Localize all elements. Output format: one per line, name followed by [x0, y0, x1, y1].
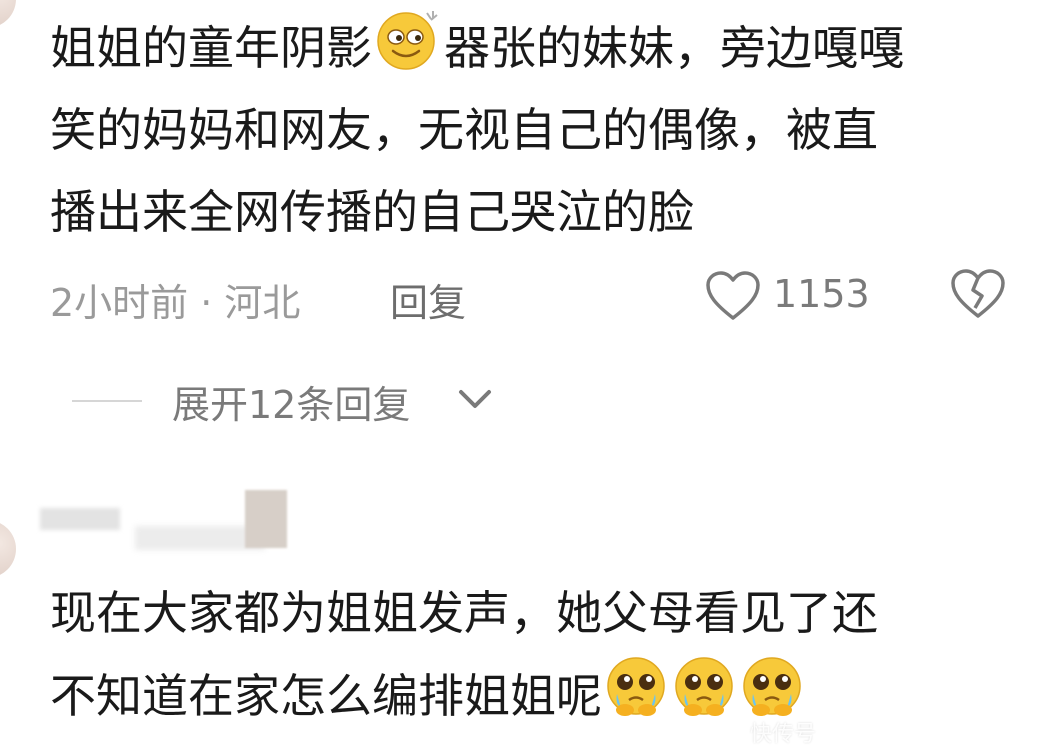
comment-1-line-3: 播出来全网传播的自己哭泣的脸 [50, 185, 694, 239]
comment-1-line-1: 姐姐的童年阴影 器张的妹妹，旁边嘎嘎 [50, 7, 1030, 89]
expand-replies-label[interactable]: 展开12条回复 [172, 374, 410, 429]
watermark: 快传号 [750, 722, 817, 746]
comment-1-line-1-b: 器张的妹妹，旁边嘎嘎 [444, 21, 904, 75]
smirk-face-icon [373, 7, 443, 96]
blurred-name-part [40, 508, 120, 530]
comment-2-line-1: 现在大家都为姐姐发声，她父母看见了还 [50, 586, 878, 640]
comment-2-line-2: 不知道在家怎么编排姐姐呢 [50, 654, 1030, 736]
timestamp-location: 2小时前 · 河北 [50, 281, 301, 325]
commenter-name-blurred[interactable] [40, 490, 290, 552]
heart-outline-icon [706, 271, 760, 320]
comment-2-text: 现在大家都为姐姐发声，她父母看见了还 不知道在家怎么编排姐姐呢 [50, 572, 1030, 736]
chevron-down-icon[interactable] [457, 386, 493, 412]
like-count: 1153 [773, 272, 870, 316]
comment-1-text: 姐姐的童年阴影 器张的妹妹，旁边嘎嘎 笑的妈妈和网友，无视自己的偶像，被直 播出… [50, 7, 1030, 253]
comment-1-meta: 2小时前 · 河北 回复 1153 [50, 268, 1030, 328]
avatar-second[interactable] [0, 520, 16, 578]
comment-2-line-2-text: 不知道在家怎么编排姐姐呢 [50, 669, 602, 723]
pleading-face-icon [671, 654, 737, 745]
divider-line [72, 400, 142, 402]
comment-1-line-2: 笑的妈妈和网友，无视自己的偶像，被直 [50, 103, 878, 157]
pleading-face-icon [603, 654, 669, 745]
reply-button[interactable]: 回复 [390, 272, 466, 327]
dislike-button[interactable] [950, 268, 1006, 329]
broken-heart-icon [951, 269, 1005, 318]
comment-1-line-1-a: 姐姐的童年阴影 [50, 21, 372, 75]
blurred-badge [245, 490, 287, 548]
avatar-top[interactable] [0, 0, 16, 28]
